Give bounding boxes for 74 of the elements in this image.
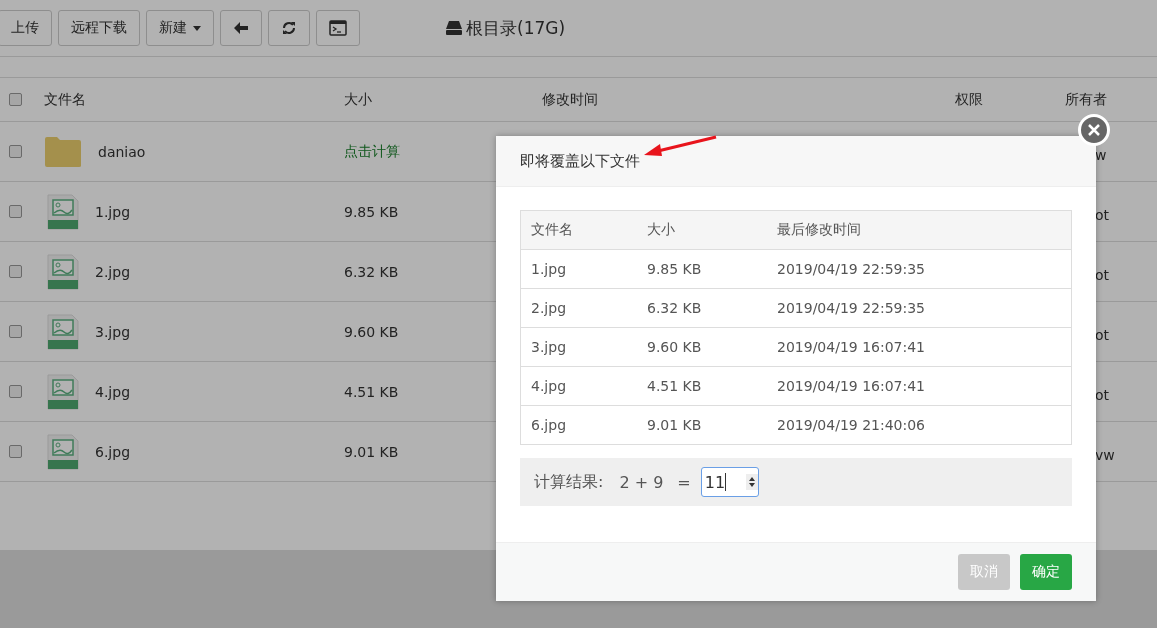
table-cell: 9.01 KB <box>647 417 702 433</box>
close-button[interactable] <box>1078 114 1110 146</box>
table-cell: 1.jpg <box>531 261 567 277</box>
refresh-button[interactable] <box>268 10 310 46</box>
file-name[interactable]: daniao <box>98 143 146 160</box>
file-owner: w <box>1095 146 1107 163</box>
file-size: 9.01 KB <box>344 443 399 460</box>
file-name[interactable]: 2.jpg <box>95 263 131 280</box>
select-all-checkbox[interactable] <box>9 93 22 106</box>
table-cell: 2019/04/19 21:40:06 <box>777 417 926 433</box>
drive-icon <box>446 21 462 35</box>
column-header: 文件名 <box>44 90 87 109</box>
column-header: 文件名 <box>531 221 573 237</box>
row-checkbox[interactable] <box>9 145 22 158</box>
captcha-question: 2 + 9 <box>619 472 664 492</box>
file-size: 9.60 KB <box>344 323 399 340</box>
answer-field[interactable]: 11 <box>700 467 759 497</box>
image-file-icon <box>47 313 79 350</box>
column-header: 大小 <box>344 90 373 109</box>
row-checkbox[interactable] <box>9 325 22 338</box>
terminal-icon <box>329 20 347 36</box>
toolbar-button[interactable]: 远程下载 <box>58 10 140 46</box>
column-header: 修改时间 <box>542 90 599 109</box>
equals-sign: = <box>677 472 691 492</box>
column-header: 大小 <box>647 221 675 237</box>
file-size: 4.51 KB <box>344 383 399 400</box>
toolbar-button[interactable]: 上传 <box>0 10 52 46</box>
close-icon <box>1087 123 1101 137</box>
spinner-icon <box>745 474 758 490</box>
file-size: 6.32 KB <box>344 263 399 280</box>
row-checkbox[interactable] <box>9 445 22 458</box>
current-path: 根目录(17G) <box>466 16 566 40</box>
row-checkbox[interactable] <box>9 385 22 398</box>
table-cell: 4.51 KB <box>647 378 702 394</box>
column-header: 最后修改时间 <box>777 221 861 237</box>
file-owner: ot <box>1095 266 1110 283</box>
table-cell: 9.60 KB <box>647 339 702 355</box>
image-file-icon <box>47 193 79 230</box>
row-checkbox[interactable] <box>9 265 22 278</box>
dropdown-button[interactable]: 新建 <box>146 10 214 46</box>
image-file-icon <box>47 433 79 470</box>
file-size: 9.85 KB <box>344 203 399 220</box>
column-header: 所有者 <box>1065 90 1108 109</box>
table-cell: 6.32 KB <box>647 300 702 316</box>
calculate-size-link[interactable]: 点击计算 <box>344 142 400 159</box>
file-name[interactable]: 3.jpg <box>95 323 131 340</box>
file-owner: ot <box>1095 326 1110 343</box>
terminal-button[interactable] <box>316 10 360 46</box>
dialog-title: 即将覆盖以下文件 <box>520 151 640 171</box>
table-cell: 2019/04/19 16:07:41 <box>777 378 926 394</box>
table-cell: 3.jpg <box>531 339 567 355</box>
row-checkbox[interactable] <box>9 205 22 218</box>
table-cell: 9.85 KB <box>647 261 702 277</box>
captcha-label: 计算结果: <box>534 471 604 493</box>
caret-icon <box>193 25 201 31</box>
back-button[interactable] <box>220 10 262 46</box>
table-cell: 6.jpg <box>531 417 567 433</box>
image-file-icon <box>47 253 79 290</box>
column-header: 权限 <box>955 90 984 109</box>
file-owner: vw <box>1095 446 1115 463</box>
file-owner: ot <box>1095 386 1110 403</box>
back-arrow-icon <box>234 22 248 34</box>
file-owner: ot <box>1095 206 1110 223</box>
image-file-icon <box>47 373 79 410</box>
file-name[interactable]: 1.jpg <box>95 203 131 220</box>
refresh-icon <box>282 21 296 35</box>
file-name[interactable]: 6.jpg <box>95 443 131 460</box>
folder-icon <box>44 135 82 168</box>
table-cell: 2019/04/19 22:59:35 <box>777 261 926 277</box>
file-name[interactable]: 4.jpg <box>95 383 131 400</box>
table-cell: 4.jpg <box>531 378 567 394</box>
table-cell: 2019/04/19 22:59:35 <box>777 300 926 316</box>
table-cell: 2019/04/19 16:07:41 <box>777 339 926 355</box>
table-cell: 2.jpg <box>531 300 567 316</box>
